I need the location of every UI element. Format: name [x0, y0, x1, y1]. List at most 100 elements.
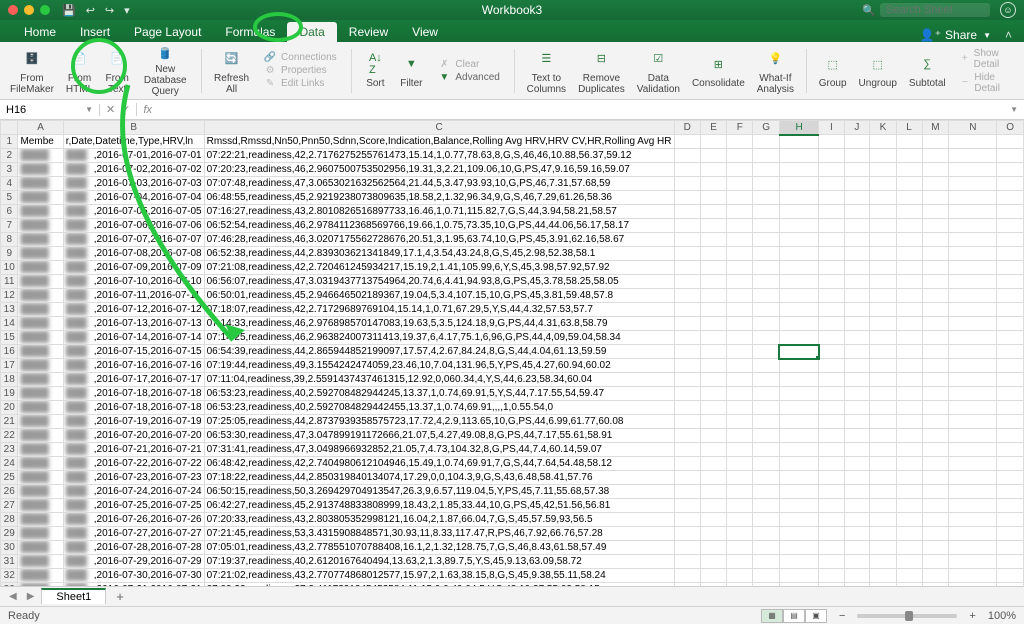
- cell-G1[interactable]: [753, 135, 780, 149]
- cell-G32[interactable]: [753, 569, 780, 583]
- cell-N26[interactable]: [949, 485, 997, 499]
- cell-K3[interactable]: [870, 163, 896, 177]
- cell-O12[interactable]: [997, 289, 1024, 303]
- cell-A14[interactable]: ████: [18, 317, 63, 331]
- cell-M19[interactable]: [922, 387, 949, 401]
- row-header-14[interactable]: 14: [1, 317, 18, 331]
- cell-F9[interactable]: [727, 247, 753, 261]
- cell-D24[interactable]: [674, 457, 700, 471]
- cell-L14[interactable]: [896, 317, 922, 331]
- cell-H2[interactable]: [779, 149, 818, 163]
- add-sheet-button[interactable]: +: [110, 589, 130, 604]
- cell-J23[interactable]: [844, 443, 870, 457]
- cell-D16[interactable]: [674, 345, 700, 359]
- cell-A5[interactable]: ████: [18, 191, 63, 205]
- cell-D12[interactable]: [674, 289, 700, 303]
- row-header-8[interactable]: 8: [1, 233, 18, 247]
- filter-button[interactable]: ▼ Filter: [395, 44, 427, 97]
- cell-G30[interactable]: [753, 541, 780, 555]
- data-validation-button[interactable]: ☑︎ Data Validation: [633, 44, 684, 97]
- cell-A1[interactable]: Membe: [18, 135, 63, 149]
- cell-M2[interactable]: [922, 149, 949, 163]
- cell-M3[interactable]: [922, 163, 949, 177]
- cell-B25[interactable]: ███,2016-07-23,2016-07-23: [63, 471, 204, 485]
- cell-F13[interactable]: [727, 303, 753, 317]
- cell-I21[interactable]: [819, 415, 844, 429]
- cell-O32[interactable]: [997, 569, 1024, 583]
- cell-G14[interactable]: [753, 317, 780, 331]
- cell-H18[interactable]: [779, 373, 818, 387]
- select-all-cell[interactable]: [1, 121, 18, 135]
- row-header-25[interactable]: 25: [1, 471, 18, 485]
- cell-A19[interactable]: ████: [18, 387, 63, 401]
- cell-M17[interactable]: [922, 359, 949, 373]
- cell-M10[interactable]: [922, 261, 949, 275]
- cell-J13[interactable]: [844, 303, 870, 317]
- cell-F7[interactable]: [727, 219, 753, 233]
- cell-C2[interactable]: 07:22:21,readiness,42,2.7176275255761473…: [204, 149, 674, 163]
- cell-B8[interactable]: ███,2016-07-07,2016-07-07: [63, 233, 204, 247]
- cell-K17[interactable]: [870, 359, 896, 373]
- cell-A9[interactable]: ████: [18, 247, 63, 261]
- cell-M8[interactable]: [922, 233, 949, 247]
- cell-G8[interactable]: [753, 233, 780, 247]
- cell-E13[interactable]: [700, 303, 726, 317]
- cell-M7[interactable]: [922, 219, 949, 233]
- cell-D4[interactable]: [674, 177, 700, 191]
- cell-D3[interactable]: [674, 163, 700, 177]
- row-header-30[interactable]: 30: [1, 541, 18, 555]
- cell-B18[interactable]: ███,2016-07-17,2016-07-17: [63, 373, 204, 387]
- cell-J28[interactable]: [844, 513, 870, 527]
- cell-G10[interactable]: [753, 261, 780, 275]
- cell-C12[interactable]: 06:50:01,readiness,45,2.946646502189367,…: [204, 289, 674, 303]
- row-header-2[interactable]: 2: [1, 149, 18, 163]
- cell-E25[interactable]: [700, 471, 726, 485]
- cell-B19[interactable]: ███,2016-07-18,2016-07-18: [63, 387, 204, 401]
- cell-J9[interactable]: [844, 247, 870, 261]
- cell-A16[interactable]: ████: [18, 345, 63, 359]
- cell-A17[interactable]: ████: [18, 359, 63, 373]
- cell-N14[interactable]: [949, 317, 997, 331]
- cell-G3[interactable]: [753, 163, 780, 177]
- cell-L31[interactable]: [896, 555, 922, 569]
- cell-K10[interactable]: [870, 261, 896, 275]
- cell-A18[interactable]: ████: [18, 373, 63, 387]
- cell-K26[interactable]: [870, 485, 896, 499]
- consolidate-button[interactable]: ⊞ Consolidate: [688, 44, 749, 97]
- cell-K23[interactable]: [870, 443, 896, 457]
- cell-F15[interactable]: [727, 331, 753, 345]
- cell-M6[interactable]: [922, 205, 949, 219]
- cell-D19[interactable]: [674, 387, 700, 401]
- cell-H19[interactable]: [779, 387, 818, 401]
- cell-K9[interactable]: [870, 247, 896, 261]
- cell-M24[interactable]: [922, 457, 949, 471]
- cell-H20[interactable]: [779, 401, 818, 415]
- from-filemaker-button[interactable]: 🗄️ From FileMaker: [6, 44, 58, 97]
- cell-K22[interactable]: [870, 429, 896, 443]
- row-header-20[interactable]: 20: [1, 401, 18, 415]
- cell-M30[interactable]: [922, 541, 949, 555]
- cell-F18[interactable]: [727, 373, 753, 387]
- row-header-17[interactable]: 17: [1, 359, 18, 373]
- cell-I29[interactable]: [819, 527, 844, 541]
- cell-J2[interactable]: [844, 149, 870, 163]
- cell-H31[interactable]: [779, 555, 818, 569]
- cell-O11[interactable]: [997, 275, 1024, 289]
- cell-G23[interactable]: [753, 443, 780, 457]
- cell-C17[interactable]: 07:19:44,readiness,49,3.1554242474059,23…: [204, 359, 674, 373]
- row-header-16[interactable]: 16: [1, 345, 18, 359]
- zoom-window-button[interactable]: [40, 5, 50, 15]
- cell-N30[interactable]: [949, 541, 997, 555]
- cell-A7[interactable]: ████: [18, 219, 63, 233]
- cell-N27[interactable]: [949, 499, 997, 513]
- cell-M11[interactable]: [922, 275, 949, 289]
- cell-A12[interactable]: ████: [18, 289, 63, 303]
- cell-J8[interactable]: [844, 233, 870, 247]
- cell-O13[interactable]: [997, 303, 1024, 317]
- cell-H28[interactable]: [779, 513, 818, 527]
- cell-N24[interactable]: [949, 457, 997, 471]
- cell-E24[interactable]: [700, 457, 726, 471]
- cell-B14[interactable]: ███,2016-07-13,2016-07-13: [63, 317, 204, 331]
- cell-E29[interactable]: [700, 527, 726, 541]
- row-header-24[interactable]: 24: [1, 457, 18, 471]
